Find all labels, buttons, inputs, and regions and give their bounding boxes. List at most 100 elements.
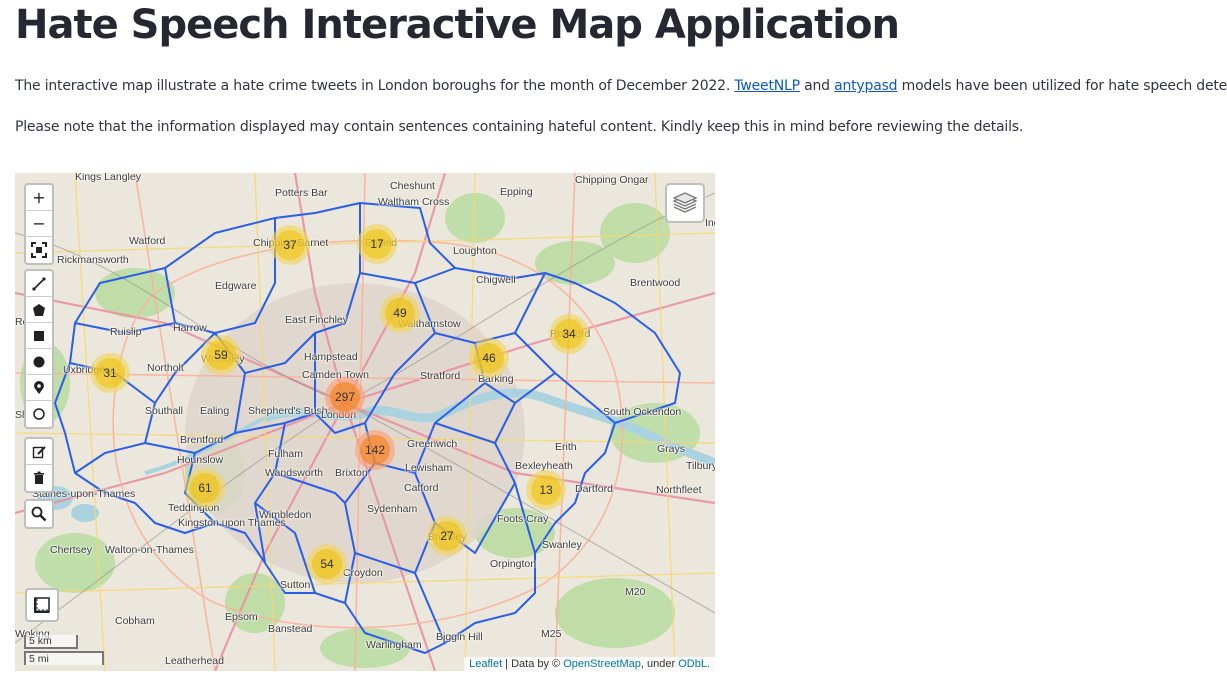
circle-icon — [33, 356, 45, 367]
place-label: Grays — [657, 443, 686, 455]
fullscreen-button[interactable] — [26, 237, 52, 263]
layers-icon — [672, 192, 698, 213]
place-label: Hampstead — [304, 351, 358, 363]
zoom-in-button[interactable]: + — [26, 185, 52, 211]
place-label: Wimbledon — [259, 509, 312, 521]
draw-marker-button[interactable] — [26, 375, 52, 401]
cluster-marker[interactable]: 142 — [355, 430, 395, 470]
place-label: Hounslow — [177, 454, 224, 466]
place-label: East Finchley — [285, 314, 349, 326]
place-label: Epping — [500, 186, 533, 198]
cluster-marker[interactable]: 54 — [307, 544, 347, 584]
place-label: Lewisham — [405, 462, 453, 474]
measure-control[interactable] — [25, 588, 59, 622]
attribution-under: , under — [640, 658, 679, 670]
attribution-text: | Data by © — [502, 658, 564, 670]
draw-toolbar[interactable] — [24, 269, 54, 429]
cluster-marker[interactable]: 34 — [549, 314, 589, 354]
place-label: Northfleet — [656, 484, 702, 496]
cluster-count: 37 — [275, 230, 305, 260]
cluster-count: 46 — [474, 343, 504, 373]
cluster-marker[interactable]: 297 — [325, 377, 365, 417]
place-label: Cheshunt — [390, 180, 435, 192]
cluster-count: 297 — [330, 382, 360, 412]
leaflet-link[interactable]: Leaflet — [469, 658, 502, 670]
cluster-marker[interactable]: 27 — [427, 516, 467, 556]
place-label: Foots Cray — [497, 513, 549, 525]
place-label: Orpington — [490, 558, 537, 570]
place-label: Southall — [145, 405, 183, 417]
place-label: Chigwell — [476, 274, 516, 286]
place-label: Warlingham — [366, 639, 422, 651]
zoom-out-button[interactable]: − — [26, 211, 52, 237]
tweetnlp-link[interactable]: TweetNLP — [734, 78, 800, 94]
place-label: Greenwich — [407, 438, 458, 450]
edit-toolbar[interactable] — [24, 437, 54, 493]
place-label: Sutton — [280, 579, 311, 591]
intro-and: and — [799, 78, 835, 94]
edit-layers-button[interactable] — [26, 439, 52, 465]
draw-circlemarker-button[interactable] — [26, 401, 52, 427]
draw-polygon-button[interactable] — [26, 297, 52, 323]
marker-icon — [34, 380, 44, 394]
cluster-count: 13 — [531, 475, 561, 505]
cluster-marker[interactable]: 46 — [469, 338, 509, 378]
circle-marker-icon — [33, 408, 45, 420]
place-label: Biggin Hill — [436, 631, 483, 643]
antypasd-link[interactable]: antypasd — [834, 78, 897, 94]
place-label: Tilbury — [686, 460, 715, 472]
place-label: Rickmansworth — [57, 254, 129, 266]
draw-polyline-button[interactable] — [26, 271, 52, 297]
cluster-marker[interactable]: 17 — [357, 224, 397, 264]
place-label: Loughton — [453, 245, 497, 257]
delete-layers-button[interactable] — [26, 465, 52, 491]
cluster-marker[interactable]: 49 — [380, 293, 420, 333]
place-label: Brentwood — [630, 277, 681, 289]
place-label: Ruislip — [110, 326, 142, 338]
zoom-control[interactable]: + − — [24, 183, 54, 265]
scale-km-label: 5 km — [24, 635, 78, 649]
place-label: Banstead — [268, 623, 313, 635]
place-label: M20 — [625, 586, 646, 598]
place-label: Epsom — [225, 611, 258, 623]
place-label: Cobham — [115, 615, 155, 627]
polygon-icon — [33, 303, 45, 316]
draw-circle-button[interactable] — [26, 349, 52, 375]
page-title: Hate Speech Interactive Map Application — [15, 2, 900, 48]
intro-text: The interactive map illustrate a hate cr… — [15, 78, 735, 94]
cluster-marker[interactable]: 59 — [201, 335, 241, 375]
place-label: Chertsey — [50, 544, 93, 556]
search-button[interactable] — [26, 501, 52, 527]
odbl-link[interactable]: ODbL. — [678, 658, 710, 670]
rectangle-icon — [34, 330, 44, 341]
cluster-count: 31 — [95, 358, 125, 388]
place-label: Fulham — [268, 448, 304, 460]
place-label: Stratford — [420, 370, 461, 382]
map-container[interactable]: Kings Langley Potters Bar Cheshunt Waltham … — [15, 173, 715, 671]
intro-tail: models have been utilized for hate speec… — [901, 78, 1227, 94]
cluster-count: 27 — [432, 521, 462, 551]
cluster-marker[interactable]: 37 — [270, 225, 310, 265]
cluster-marker[interactable]: 61 — [185, 468, 225, 508]
cluster-count: 59 — [206, 340, 236, 370]
map-attribution: Leaflet | Data by © OpenStreetMap, under… — [464, 657, 715, 671]
place-label: Waltham Cross — [378, 196, 450, 208]
place-label: Watford — [129, 235, 166, 247]
place-label: Edgware — [215, 280, 257, 292]
cluster-marker[interactable]: 13 — [526, 470, 566, 510]
fullscreen-icon — [31, 242, 47, 258]
polyline-icon — [32, 276, 46, 291]
search-control[interactable] — [24, 499, 54, 529]
place-label: Harrow — [173, 322, 207, 334]
place-label: Catford — [404, 482, 439, 494]
draw-rectangle-button[interactable] — [26, 323, 52, 349]
scale-mi-label: 5 mi — [24, 651, 104, 665]
osm-link[interactable]: OpenStreetMap — [563, 658, 641, 670]
cluster-count: 34 — [554, 319, 584, 349]
place-label: Brentford — [180, 434, 224, 446]
layers-control[interactable] — [665, 183, 705, 223]
cluster-count: 61 — [190, 473, 220, 503]
place-label: Walton-on-Thames — [105, 544, 194, 556]
cluster-count: 54 — [312, 549, 342, 579]
cluster-marker[interactable]: 31 — [90, 353, 130, 393]
